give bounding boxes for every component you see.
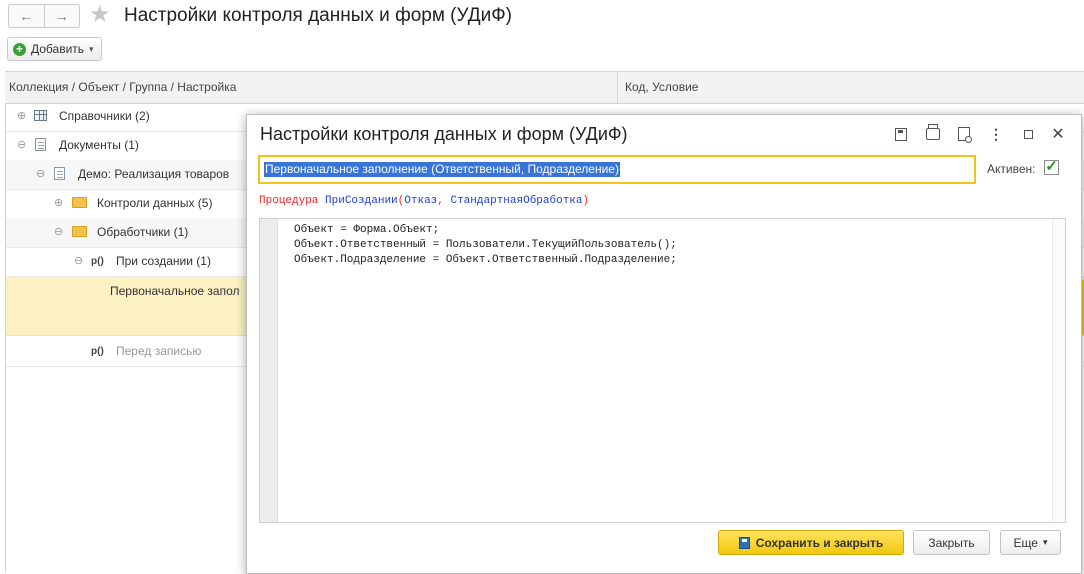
- more-menu-icon[interactable]: ⋮: [987, 125, 1005, 143]
- close-button-label: Закрыть: [928, 535, 975, 550]
- column-divider[interactable]: [617, 72, 618, 103]
- procedure-comma: ,: [437, 195, 451, 207]
- dialog-title: Настройки контроля данных и форм (УДиФ): [260, 124, 628, 144]
- procedure-keyword: Процедура: [259, 195, 319, 207]
- procedure-icon: р(): [91, 346, 104, 357]
- tree-row-label: Документы (1): [59, 138, 139, 152]
- chevron-down-icon: ▾: [89, 43, 94, 54]
- table-icon: [34, 110, 47, 121]
- preview-icon-button[interactable]: [955, 125, 973, 143]
- save-and-close-button[interactable]: Сохранить и закрыть: [718, 530, 904, 555]
- floppy-disk-icon: [738, 536, 750, 549]
- favorite-star-icon[interactable]: ★: [89, 3, 111, 27]
- code-editor[interactable]: Объект = Форма.Объект; Объект.Ответствен…: [259, 218, 1066, 523]
- top-bar: ← → ★ Настройки контроля данных и форм (…: [0, 0, 1084, 34]
- procedure-close-paren: ): [582, 195, 590, 207]
- procedure-param: Отказ: [404, 195, 438, 207]
- editor-gutter: [260, 219, 278, 522]
- forward-button[interactable]: →: [43, 5, 80, 27]
- tree-row-label: Обработчики (1): [97, 225, 189, 239]
- more-button-label: Еще: [1013, 535, 1038, 550]
- collapse-icon[interactable]: ⊖: [17, 131, 26, 160]
- procedure-param: СтандартнаяОбработка: [450, 195, 583, 207]
- navigation-buttons: ← →: [8, 4, 80, 28]
- save-and-close-label: Сохранить и закрыть: [755, 535, 884, 550]
- page-title: Настройки контроля данных и форм (УДиФ): [124, 5, 512, 26]
- document-icon: [35, 138, 46, 151]
- add-button-label: Добавить: [31, 42, 85, 56]
- procedure-signature: Процедура ПриСоздании(Отказ, Стандартная…: [259, 195, 589, 207]
- arrow-right-icon: →: [54, 8, 69, 24]
- tree-row-label: При создании (1): [116, 254, 211, 268]
- arrow-left-icon: ←: [19, 8, 34, 24]
- preview-icon: [958, 127, 972, 143]
- tree-row-label: Демо: Реализация товаров: [78, 167, 230, 181]
- collapse-icon[interactable]: ⊖: [36, 160, 45, 189]
- add-button[interactable]: + Добавить ▾: [7, 37, 102, 61]
- chevron-down-icon: ▾: [1042, 537, 1048, 547]
- tree-row-label: Перед записью: [116, 344, 202, 358]
- procedure-icon: р(): [91, 256, 104, 267]
- collapse-icon[interactable]: ⊖: [54, 218, 63, 247]
- tree-row-label: Первоначальное запол: [110, 284, 240, 298]
- floppy-disk-icon: [895, 127, 907, 141]
- tree-row-label: Справочники (2): [59, 109, 150, 123]
- folder-icon: [72, 197, 87, 208]
- name-input-value: Первоначальное заполнение (Ответственный…: [264, 162, 620, 177]
- name-input[interactable]: Первоначальное заполнение (Ответственный…: [258, 155, 976, 184]
- code-line: Объект.Подразделение = Объект.Ответствен…: [294, 254, 677, 266]
- printer-icon: [926, 124, 940, 140]
- code-line: Объект.Ответственный = Пользователи.Теку…: [294, 239, 677, 251]
- tree-row-label: Контроли данных (5): [97, 196, 213, 210]
- settings-dialog: Настройки контроля данных и форм (УДиФ) …: [246, 114, 1082, 574]
- editor-scrollbar[interactable]: [1052, 219, 1065, 522]
- maximize-icon: [1023, 129, 1033, 139]
- plus-icon: +: [13, 42, 26, 56]
- column-header-collection[interactable]: Коллекция / Объект / Группа / Настройка: [9, 72, 236, 103]
- column-header-code[interactable]: Код, Условие: [625, 72, 698, 103]
- tree-header: Коллекция / Объект / Группа / Настройка …: [5, 71, 1084, 104]
- print-icon-button[interactable]: [924, 124, 942, 143]
- active-label: Активен:: [987, 162, 1036, 176]
- folder-icon: [72, 226, 87, 237]
- close-button[interactable]: Закрыть: [913, 530, 990, 555]
- close-icon[interactable]: ✕: [1049, 125, 1067, 143]
- collapse-icon[interactable]: ⊖: [74, 247, 83, 276]
- maximize-button[interactable]: [1019, 125, 1037, 143]
- code-text: Объект = Форма.Объект; Объект.Ответствен…: [294, 223, 677, 268]
- code-line: Объект = Форма.Объект;: [294, 224, 440, 236]
- active-checkbox[interactable]: ✓: [1044, 159, 1059, 175]
- save-icon-button[interactable]: [892, 125, 910, 143]
- more-button[interactable]: Еще ▾: [1000, 530, 1061, 555]
- expand-icon[interactable]: ⊕: [54, 189, 63, 218]
- back-button[interactable]: ←: [9, 5, 44, 27]
- expand-icon[interactable]: ⊕: [17, 102, 26, 131]
- procedure-name: ПриСоздании: [325, 195, 398, 207]
- document-icon: [54, 167, 65, 180]
